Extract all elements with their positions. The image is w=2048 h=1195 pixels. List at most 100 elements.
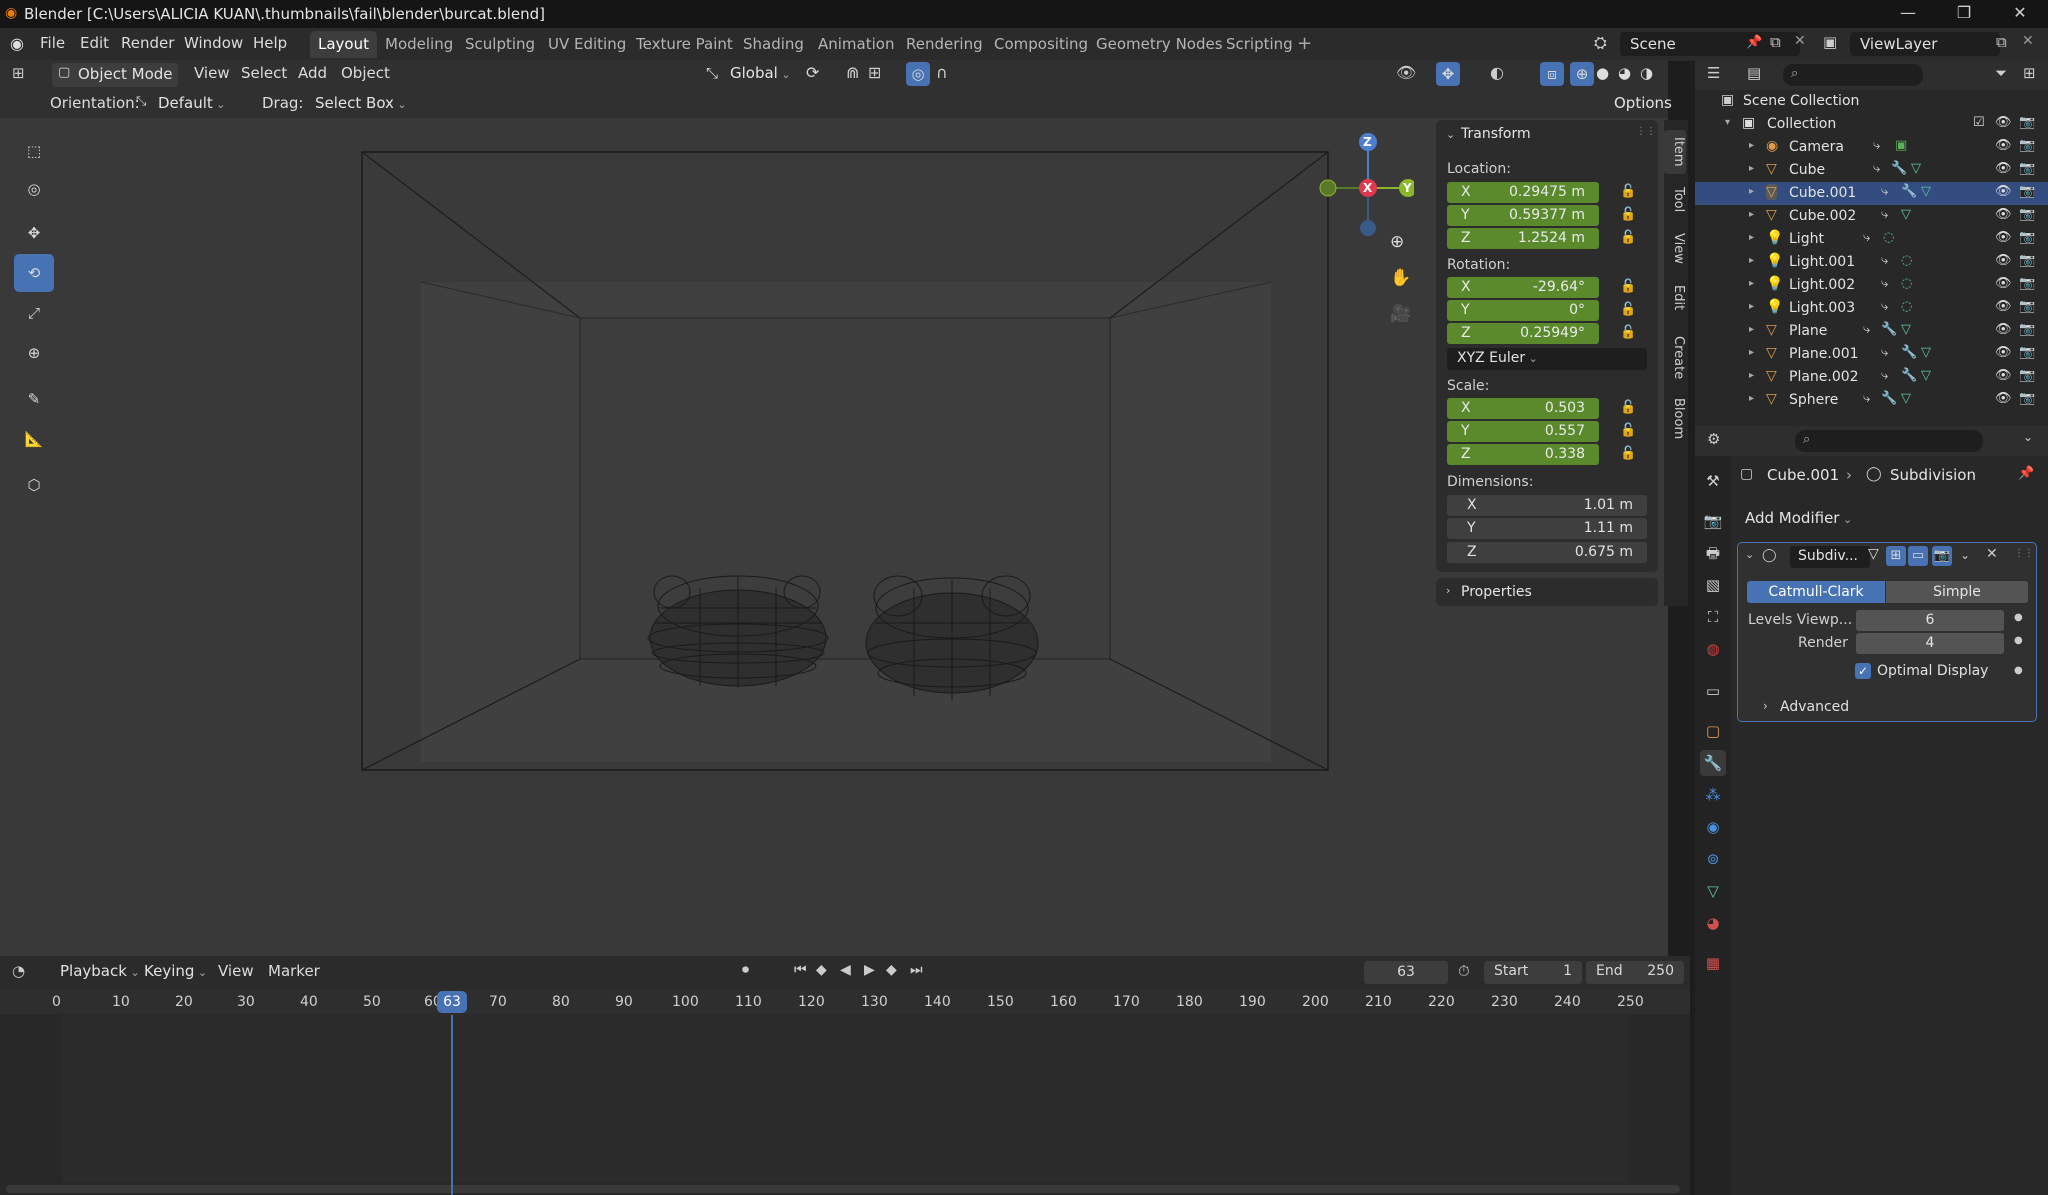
optimal-display-checkbox[interactable]: ✓	[1855, 663, 1871, 679]
render-levels-field[interactable]: 4	[1856, 633, 2004, 654]
render-icon[interactable]: 📷	[2019, 368, 2035, 383]
keyframe-dot-icon[interactable]: ●	[2014, 612, 2023, 623]
next-keyframe-icon[interactable]: ◆	[886, 962, 897, 978]
annotate-tool[interactable]: ✎	[14, 380, 54, 418]
render-icon[interactable]: 📷	[2019, 230, 2035, 245]
scene-selector-icon[interactable]: ⛭	[1594, 33, 1607, 53]
tab-sculpting[interactable]: Sculpting	[457, 31, 543, 58]
location-x-field[interactable]: X 0.29475 m	[1447, 182, 1599, 203]
modifier-name-field[interactable]: Subdiv...	[1790, 546, 1870, 568]
physics-tab-icon[interactable]: ◉	[1700, 814, 1726, 840]
advanced-label[interactable]: Advanced	[1780, 699, 1849, 715]
rotation-mode-dropdown[interactable]: XYZ Euler	[1447, 348, 1647, 370]
simple-button[interactable]: Simple	[1886, 581, 2028, 603]
lock-icon[interactable]: 🔓	[1620, 279, 1636, 295]
timeline-editor-icon[interactable]: ◔	[12, 962, 25, 980]
collapse-modifier-icon[interactable]: ⌄	[1745, 548, 1754, 561]
new-collection-icon[interactable]: ⊞	[2023, 64, 2036, 82]
expand-icon[interactable]: ▸	[1749, 347, 1754, 358]
timeline-area[interactable]	[0, 990, 1690, 1195]
playhead-line[interactable]	[451, 1015, 453, 1195]
timeline-scrollbar[interactable]	[6, 1185, 1680, 1193]
add-modifier-dropdown[interactable]: Add Modifier	[1739, 507, 2037, 531]
outliner-item-plane[interactable]: ▸ ▽ Plane ⤷ 🔧 ▽ 👁 📷	[1695, 320, 2048, 343]
edit-mode-toggle-icon[interactable]: ▽	[1868, 546, 1879, 562]
new-scene-icon[interactable]: ⧉	[1770, 33, 1781, 51]
pan-hand-icon[interactable]: ✋	[1390, 268, 1411, 288]
shading-rendered-icon[interactable]: ◑	[1640, 64, 1653, 82]
filter-icon[interactable]: ⏷	[1995, 64, 2007, 82]
material-tab-icon[interactable]: ◕	[1700, 910, 1726, 936]
chevron-down-icon[interactable]: ⌄	[2023, 430, 2033, 444]
menu-edit[interactable]: Edit	[80, 34, 109, 52]
particles-tab-icon[interactable]: ⁂	[1700, 782, 1726, 808]
lock-icon[interactable]: 🔓	[1620, 207, 1636, 223]
catmull-clark-button[interactable]: Catmull-Clark	[1747, 581, 1885, 603]
jump-start-icon[interactable]: ⏮	[794, 962, 807, 978]
add-cube-tool[interactable]: ⬡	[14, 466, 54, 504]
scale-z-field[interactable]: Z 0.338	[1447, 444, 1599, 465]
tab-scripting[interactable]: Scripting	[1218, 31, 1301, 58]
data-tab-icon[interactable]: ▽	[1700, 878, 1726, 904]
tab-modeling[interactable]: Modeling	[377, 31, 461, 58]
snap-target-icon[interactable]: ⊞	[868, 63, 881, 82]
rotation-y-field[interactable]: Y 0°	[1447, 300, 1599, 321]
tab-animation[interactable]: Animation	[810, 31, 902, 58]
scene-tab-icon[interactable]: ⛶	[1700, 604, 1726, 630]
render-icon[interactable]: 📷	[2019, 253, 2035, 268]
location-z-field[interactable]: Z 1.2524 m	[1447, 228, 1599, 249]
expand-icon[interactable]: ▸	[1749, 232, 1754, 243]
mode-dropdown[interactable]: ▢ Object Mode	[52, 63, 178, 87]
view-layer-icon[interactable]: ▣	[1823, 33, 1837, 51]
tab-bloom[interactable]: Bloom	[1664, 394, 1686, 444]
record-icon[interactable]: ⏺	[742, 962, 749, 978]
panel-drag-icon[interactable]: ⋮⋮	[1636, 126, 1656, 137]
properties-search-input[interactable]: ⌕	[1795, 430, 1983, 452]
tab-item[interactable]: Item	[1664, 130, 1686, 174]
transform-tool[interactable]: ⊕	[14, 334, 54, 372]
expand-icon[interactable]: ▸	[1749, 301, 1754, 312]
eye-icon[interactable]: 👁	[1995, 276, 2012, 291]
render-icon[interactable]: 📷	[2019, 276, 2035, 291]
end-frame-field[interactable]: End 250	[1586, 961, 1684, 984]
pivot-point-icon[interactable]: ⟳	[806, 63, 819, 82]
keyframe-dot-icon[interactable]: ●	[2014, 665, 2023, 676]
collapse-transform-icon[interactable]: ⌄	[1446, 128, 1455, 141]
outliner-item-plane-002[interactable]: ▸ ▽ Plane.002 ⤷ 🔧 ▽ 👁 📷	[1695, 366, 2048, 389]
display-mode-icon[interactable]: ▤	[1747, 64, 1761, 82]
menu-file[interactable]: File	[40, 34, 65, 52]
outliner-item-light-003[interactable]: ▸ 💡 Light.003 ⤷ ◌ 👁 📷	[1695, 297, 2048, 320]
outliner-collection[interactable]: ▾ ▣ Collection ☑ 👁 📷	[1695, 113, 2048, 136]
xray-icon[interactable]: ⧈	[1540, 62, 1564, 86]
constraints-tab-icon[interactable]: ⊚	[1700, 846, 1726, 872]
start-frame-field[interactable]: Start 1	[1484, 961, 1582, 984]
play-reverse-icon[interactable]: ◀	[840, 962, 851, 978]
outliner-item-cube[interactable]: ▸ ▽ Cube ⤷ 🔧 ▽ 👁 📷	[1695, 159, 2048, 182]
orientation-dropdown[interactable]: Default	[158, 94, 244, 112]
scale-y-field[interactable]: Y 0.557	[1447, 421, 1599, 442]
expand-icon[interactable]: ▸	[1749, 278, 1754, 289]
proportional-edit-icon[interactable]: ◎	[906, 62, 930, 86]
blender-menu-icon[interactable]: ◉	[10, 34, 24, 53]
lock-icon[interactable]: 🔓	[1620, 184, 1636, 200]
eye-icon[interactable]: 👁	[1995, 138, 2012, 153]
minimize-icon[interactable]: —	[1880, 0, 1936, 28]
object-tab-icon[interactable]: ▢	[1700, 718, 1726, 744]
outliner-item-light-001[interactable]: ▸ 💡 Light.001 ⤷ ◌ 👁 📷	[1695, 251, 2048, 274]
outliner-item-light-002[interactable]: ▸ 💡 Light.002 ⤷ ◌ 👁 📷	[1695, 274, 2048, 297]
tab-view[interactable]: View	[1664, 228, 1686, 268]
zoom-icon[interactable]: ⊕	[1390, 232, 1404, 252]
expand-icon[interactable]: ▸	[1749, 186, 1754, 197]
delete-view-layer-icon[interactable]: ✕	[2022, 33, 2034, 49]
rotation-z-field[interactable]: Z 0.25949°	[1447, 323, 1599, 344]
render-icon[interactable]: 📷	[2019, 184, 2035, 199]
outliner-item-cube-001[interactable]: ▸ ▽ Cube.001 ⤷ 🔧 ▽ 👁 📷	[1695, 182, 2048, 205]
modifier-drag-icon[interactable]: ⋮⋮	[2014, 548, 2034, 559]
properties-editor-icon[interactable]: ⚙	[1707, 430, 1720, 448]
render-icon[interactable]: 📷	[2019, 322, 2035, 337]
tab-uv-editing[interactable]: UV Editing	[540, 31, 634, 58]
tab-edit[interactable]: Edit	[1664, 278, 1686, 318]
viewport-toggle-icon[interactable]: ▭	[1908, 546, 1928, 566]
dimensions-x-field[interactable]: X 1.01 m	[1447, 495, 1647, 516]
outliner-item-light[interactable]: ▸ 💡 Light ⤷ ◌ 👁 📷	[1695, 228, 2048, 251]
